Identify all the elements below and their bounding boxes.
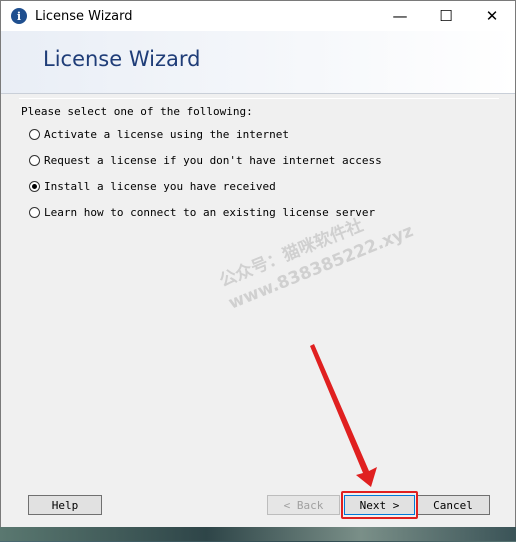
help-button[interactable]: Help (28, 495, 102, 515)
cancel-button[interactable]: Cancel (416, 495, 490, 515)
license-wizard-window: i License Wizard — ☐ ✕ License Wizard Pl… (0, 0, 516, 541)
annotation-arrow-icon (310, 344, 377, 487)
desktop-background-strip (0, 527, 516, 541)
back-button[interactable]: < Back (267, 495, 340, 515)
annotation-highlight-box (341, 491, 418, 519)
